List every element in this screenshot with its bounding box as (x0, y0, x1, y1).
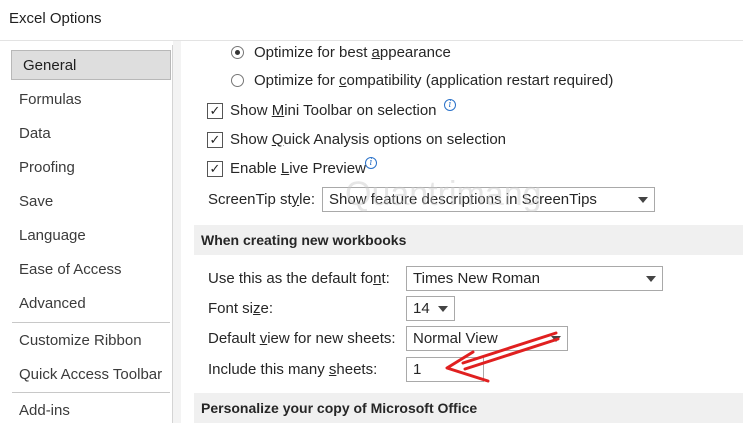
sidebar-item-save[interactable]: Save (8, 187, 170, 217)
title-bar: Excel Options (0, 0, 743, 41)
chevron-down-icon (551, 336, 561, 342)
options-sidebar: General Formulas Data Proofing Save Lang… (8, 45, 173, 423)
info-icon[interactable]: i (365, 157, 377, 169)
default-view-value: Normal View (413, 330, 498, 347)
sidebar-item-language[interactable]: Language (8, 221, 170, 251)
font-size-dropdown[interactable]: 14 (406, 296, 455, 321)
default-font-label: Use this as the default font: (208, 270, 390, 287)
info-icon[interactable]: i (444, 99, 456, 111)
chevron-down-icon (638, 197, 648, 203)
chevron-down-icon (646, 276, 656, 282)
general-options-panel: Optimize for best appearance Optimize fo… (181, 41, 743, 423)
sidebar-item-advanced[interactable]: Advanced (8, 289, 170, 319)
checkmark-icon: ✓ (209, 161, 221, 176)
quick-analysis-checkbox[interactable]: ✓ (207, 132, 223, 148)
radio-compatibility[interactable] (231, 74, 244, 87)
screentip-style-dropdown[interactable]: Show feature descriptions in ScreenTips (322, 187, 655, 212)
default-view-dropdown[interactable]: Normal View (406, 326, 568, 351)
radio-compatibility-label: Optimize for compatibility (application … (254, 72, 614, 89)
scroll-gutter (173, 41, 181, 423)
radio-best-appearance-label: Optimize for best appearance (254, 44, 451, 61)
quick-analysis-label: Show Quick Analysis options on selection (230, 131, 507, 148)
mini-toolbar-checkbox[interactable]: ✓ (207, 103, 223, 119)
sidebar-item-quick-access-toolbar[interactable]: Quick Access Toolbar (8, 360, 170, 390)
sidebar-item-customize-ribbon[interactable]: Customize Ribbon (8, 326, 170, 356)
sidebar-item-proofing[interactable]: Proofing (8, 153, 170, 183)
checkmark-icon: ✓ (209, 132, 221, 147)
sidebar-divider (12, 322, 170, 323)
screentip-style-value: Show feature descriptions in ScreenTips (329, 191, 597, 208)
chevron-down-icon (438, 306, 448, 312)
default-view-label: Default view for new sheets: (208, 330, 396, 347)
sidebar-item-add-ins[interactable]: Add-ins (8, 396, 170, 426)
window-title: Excel Options (9, 10, 102, 27)
sidebar-item-general[interactable]: General (11, 50, 171, 80)
screentip-style-label: ScreenTip style: (208, 191, 315, 208)
live-preview-checkbox[interactable]: ✓ (207, 161, 223, 177)
default-font-value: Times New Roman (413, 270, 540, 287)
section-header-new-workbooks: When creating new workbooks (194, 225, 743, 255)
sidebar-item-ease-of-access[interactable]: Ease of Access (8, 255, 170, 285)
sheets-count-input[interactable]: 1 (406, 357, 484, 382)
font-size-value: 14 (413, 300, 430, 317)
sidebar-divider (12, 392, 170, 393)
section-header-personalize: Personalize your copy of Microsoft Offic… (194, 393, 743, 423)
sheets-count-label: Include this many sheets: (208, 361, 378, 378)
default-font-dropdown[interactable]: Times New Roman (406, 266, 663, 291)
mini-toolbar-label: Show Mini Toolbar on selection (230, 102, 437, 119)
checkmark-icon: ✓ (209, 103, 221, 118)
sheets-count-value: 1 (413, 361, 422, 378)
font-size-label: Font size: (208, 300, 274, 317)
sidebar-item-data[interactable]: Data (8, 119, 170, 149)
radio-best-appearance[interactable] (231, 46, 244, 59)
live-preview-label: Enable Live Preview (230, 160, 366, 177)
sidebar-item-formulas[interactable]: Formulas (8, 85, 170, 115)
